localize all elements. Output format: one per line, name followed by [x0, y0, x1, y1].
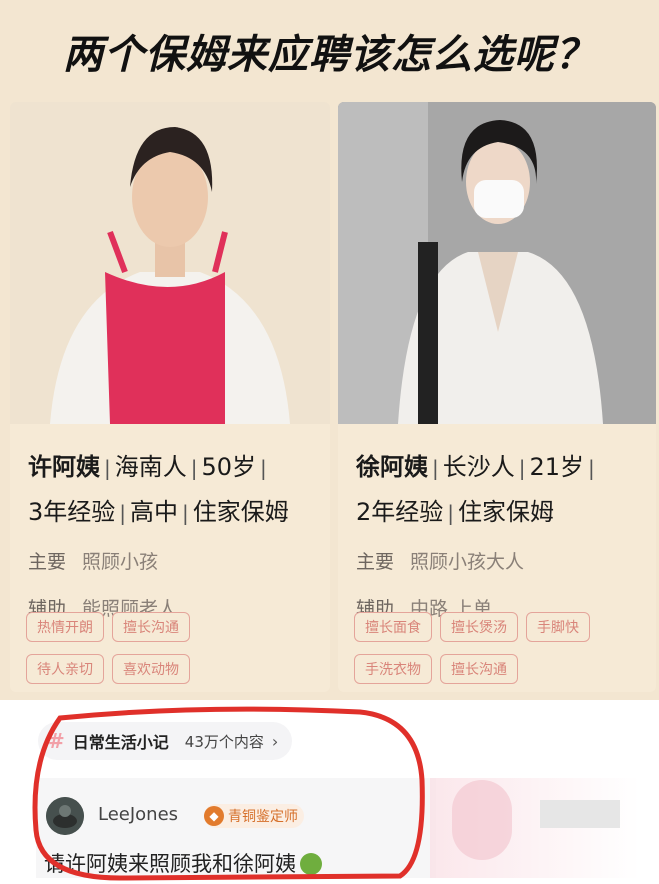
topic-name: 日常生活小记: [72, 733, 169, 752]
experience-left: 3年经验: [28, 498, 116, 526]
comment-text: 请许阿姨来照顾我和徐阿姨: [44, 852, 296, 876]
type-right: 住家保姆: [458, 498, 555, 526]
avatar[interactable]: [46, 797, 84, 835]
age-right: 21岁: [529, 453, 585, 481]
nanny-name-right: 徐阿姨: [356, 453, 428, 481]
tag-left: 热情开朗: [26, 612, 104, 642]
tag-right: 擅长沟通: [440, 654, 518, 684]
type-left: 住家保姆: [192, 498, 289, 526]
origin-left: 海南人: [114, 453, 187, 481]
comment-card[interactable]: LeeJones ◆ 青铜鉴定师 请许阿姨来照顾我和徐阿姨: [36, 778, 436, 878]
age-left: 50岁: [201, 453, 257, 481]
blurred-text: [540, 800, 620, 828]
nanny-photo-right: [338, 102, 656, 424]
education-left: 高中: [130, 498, 179, 526]
topic-chip[interactable]: # 日常生活小记 43万个内容 ›: [38, 722, 293, 760]
frog-emoji-icon: [300, 853, 322, 875]
tag-list-right: 擅长面食 擅长煲汤 手脚快 手洗衣物 擅长沟通: [354, 612, 652, 696]
main-value-right: 照顾小孩大人: [410, 551, 525, 573]
badge-label: 青铜鉴定师: [228, 809, 298, 825]
tag-left: 待人亲切: [26, 654, 104, 684]
badge-icon: ◆: [204, 806, 224, 826]
poster-headline: 两个保姆来应聘该怎么选呢？: [63, 32, 596, 78]
poster-image: 两个保姆来应聘该怎么选呢？ 许阿姨 | 海南人 | 50岁 | 3年经验 | 高中 | 住家保姆 …: [0, 0, 659, 700]
main-label-right: 主要: [356, 551, 395, 573]
tag-right: 手洗衣物: [354, 654, 432, 684]
topic-count: 43万个内容: [184, 732, 264, 751]
nanny-card-left: 许阿姨 | 海南人 | 50岁 | 3年经验 | 高中 | 住家保姆 主要 照顾小孩 辅助 能照顾老人…: [10, 102, 330, 692]
tag-right: 擅长煲汤: [440, 612, 518, 642]
tag-left: 擅长沟通: [112, 612, 190, 642]
nanny-card-right: 徐阿姨 | 长沙人 | 21岁 | 2年经验 | 住家保姆 主要 照顾小孩大人 辅助 中路 上单 …: [338, 102, 656, 692]
user-badge: ◆ 青铜鉴定师: [204, 804, 304, 828]
nanny-photo-left: [10, 102, 330, 424]
hashtag-icon: #: [48, 729, 65, 753]
tag-right: 手脚快: [526, 612, 590, 642]
tag-list-left: 热情开朗 擅长沟通 待人亲切 喜欢动物: [26, 612, 326, 696]
experience-right: 2年经验: [356, 498, 444, 526]
chevron-right-icon: ›: [271, 731, 279, 751]
tag-right: 擅长面食: [354, 612, 432, 642]
blurred-shape: [452, 780, 512, 860]
comment-username[interactable]: LeeJones: [98, 804, 178, 825]
nanny-name-left: 许阿姨: [28, 453, 100, 481]
origin-right: 长沙人: [442, 453, 515, 481]
main-value-left: 照顾小孩: [82, 551, 159, 573]
tag-left: 喜欢动物: [112, 654, 190, 684]
main-label-left: 主要: [28, 551, 67, 573]
